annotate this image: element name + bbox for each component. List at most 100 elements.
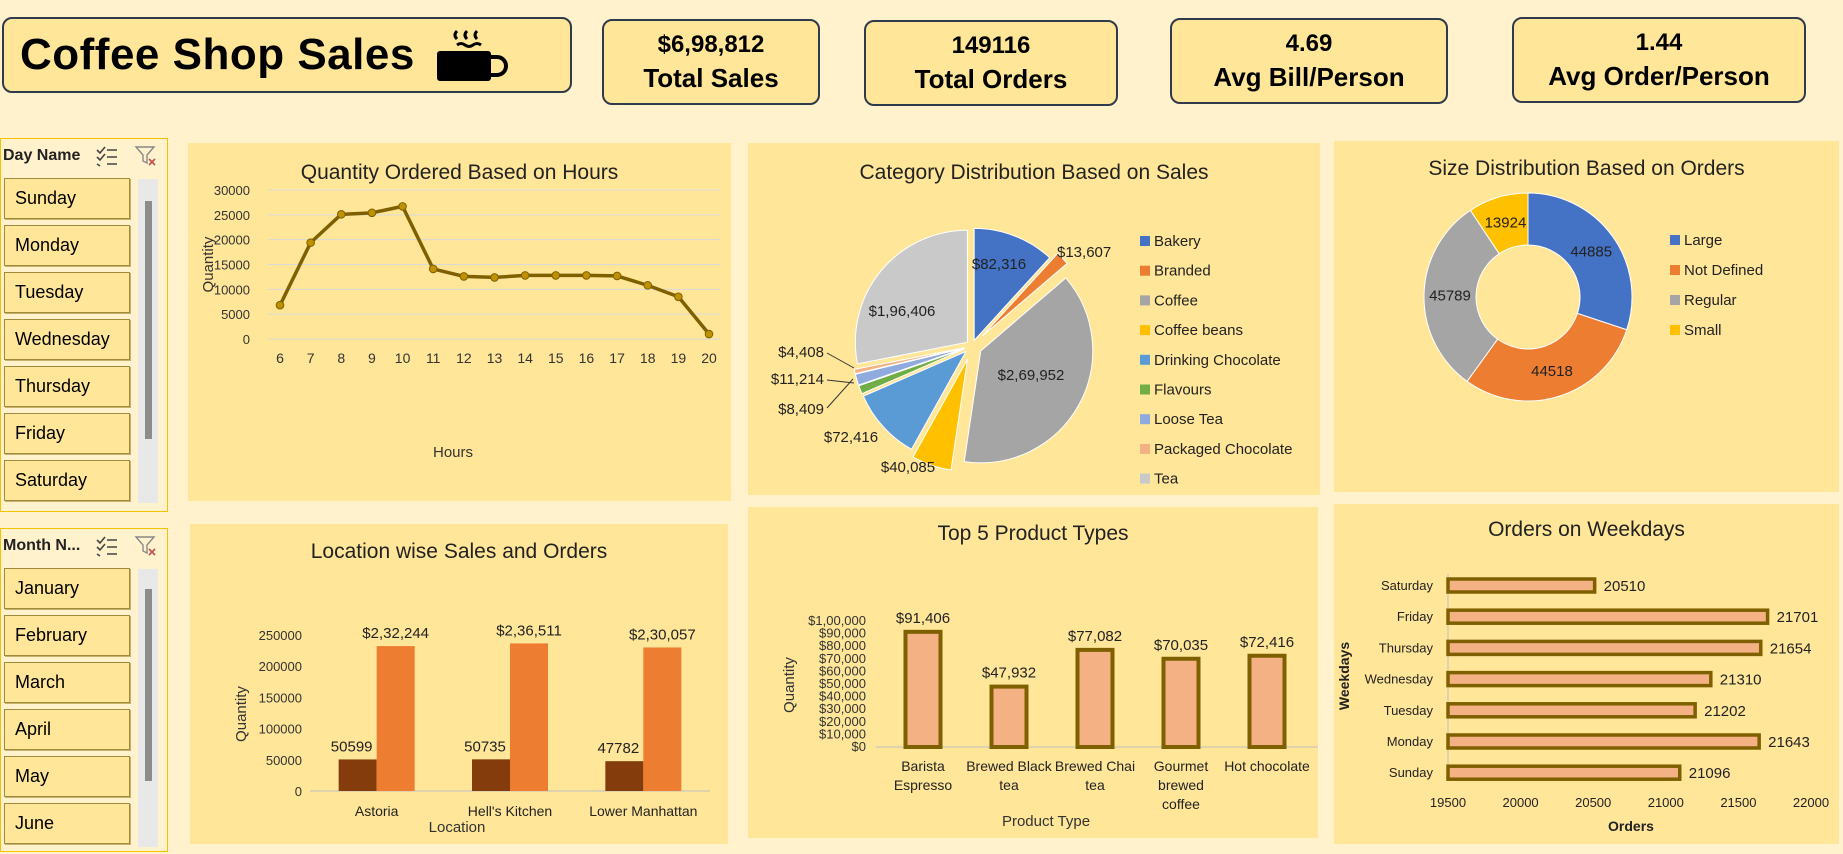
horizontal-bar-chart: 19500 20000 20500 21000 21500 22000 20510 Satur… bbox=[1336, 574, 1829, 834]
slicer-item-january[interactable]: January bbox=[4, 568, 130, 609]
slicer-item-tuesday[interactable]: Tuesday bbox=[4, 272, 130, 313]
slicer-item-may[interactable]: May bbox=[4, 756, 130, 797]
clear-filter-icon[interactable] bbox=[134, 534, 158, 558]
x-tick-label: Gourmet bbox=[1154, 758, 1209, 774]
slicer-item-sunday[interactable]: Sunday bbox=[4, 178, 130, 219]
x-tick-label: 21500 bbox=[1720, 795, 1756, 810]
y-tick-label: Sunday bbox=[1389, 765, 1434, 780]
legend-swatch bbox=[1140, 443, 1150, 454]
data-label: 21202 bbox=[1704, 703, 1746, 720]
slicer-scroll-thumb[interactable] bbox=[145, 589, 152, 781]
y-tick-label: 0 bbox=[295, 784, 302, 799]
bar bbox=[643, 647, 682, 791]
kpi-total-orders: 149116 Total Orders bbox=[864, 20, 1118, 106]
bar bbox=[338, 759, 377, 791]
x-tick-label: 12 bbox=[456, 350, 472, 366]
data-label: $70,035 bbox=[1154, 637, 1208, 654]
bar bbox=[1446, 608, 1770, 625]
data-point bbox=[520, 271, 530, 280]
leader-line bbox=[826, 379, 855, 384]
x-tick-label: 20 bbox=[701, 350, 717, 366]
y-tick-label: Saturday bbox=[1381, 578, 1434, 593]
y-tick-label: Friday bbox=[1397, 609, 1434, 624]
legend-label: Drinking Chocolate bbox=[1154, 352, 1281, 369]
legend-swatch bbox=[1140, 236, 1150, 246]
multi-select-icon[interactable] bbox=[95, 535, 119, 557]
x-tick-label: tea bbox=[1085, 777, 1105, 793]
slicer-item-june[interactable]: June bbox=[4, 803, 130, 844]
legend-swatch bbox=[1670, 325, 1680, 335]
slicer-item-friday[interactable]: Friday bbox=[4, 413, 130, 454]
x-tick-label: 20000 bbox=[1503, 795, 1539, 810]
x-tick-label: 21000 bbox=[1648, 795, 1684, 810]
legend-swatch bbox=[1140, 265, 1150, 276]
y-tick-label: 150000 bbox=[259, 690, 302, 705]
pie-slice bbox=[854, 229, 968, 365]
y-tick-label: 200000 bbox=[259, 659, 302, 674]
doughnut-slice bbox=[1466, 312, 1628, 402]
location-chart-panel: Location wise Sales and Orders 0 50000 100… bbox=[190, 524, 728, 844]
data-label: 21654 bbox=[1770, 640, 1812, 657]
kpi-avg-order: 1.44 Avg Order/Person bbox=[1512, 17, 1806, 103]
data-label: $47,932 bbox=[982, 665, 1036, 682]
data-label: 50735 bbox=[464, 738, 506, 755]
bar bbox=[989, 684, 1029, 750]
leader-line bbox=[826, 352, 855, 369]
y-tick-label: 0 bbox=[243, 332, 250, 347]
bar bbox=[903, 629, 943, 749]
multi-select-icon[interactable] bbox=[95, 145, 119, 167]
bar bbox=[1446, 733, 1761, 750]
bar bbox=[510, 643, 548, 791]
x-axis-label: Hours bbox=[433, 444, 473, 461]
data-point bbox=[428, 264, 438, 274]
data-label: 21643 bbox=[1768, 734, 1810, 751]
y-tick-label: Thursday bbox=[1379, 640, 1434, 655]
slicer-item-march[interactable]: March bbox=[4, 662, 130, 703]
bar bbox=[472, 759, 510, 791]
slicer-scroll-thumb[interactable] bbox=[145, 201, 152, 439]
slicer-item-february[interactable]: February bbox=[4, 615, 130, 656]
data-label: $2,32,244 bbox=[362, 625, 429, 642]
x-tick-label: Espresso bbox=[894, 777, 953, 793]
kpi-label: Total Sales bbox=[643, 62, 779, 93]
slicer-item-april[interactable]: April bbox=[4, 709, 130, 750]
x-tick-label: 15 bbox=[548, 350, 564, 366]
y-tick-label: 100000 bbox=[259, 722, 302, 737]
slicer-item-saturday[interactable]: Saturday bbox=[4, 460, 130, 501]
kpi-value: $6,98,812 bbox=[657, 30, 765, 58]
x-tick-label: Barista bbox=[901, 758, 945, 774]
slicer-item-wednesday[interactable]: Wednesday bbox=[4, 319, 130, 360]
chart-title: Size Distribution Based on Orders bbox=[1428, 157, 1745, 180]
leader-line bbox=[826, 378, 854, 409]
page-title: Coffee Shop Sales bbox=[20, 30, 415, 79]
data-point bbox=[367, 208, 377, 218]
data-point bbox=[551, 271, 561, 280]
x-tick-label: brewed bbox=[1158, 777, 1204, 793]
legend-label: Tea bbox=[1154, 471, 1179, 488]
kpi-value: 1.44 bbox=[1635, 28, 1683, 56]
data-point bbox=[674, 292, 683, 302]
x-tick-label: Brewed Black bbox=[966, 758, 1053, 774]
legend-label: Not Defined bbox=[1684, 262, 1763, 279]
legend-label: Coffee beans bbox=[1154, 322, 1243, 339]
y-tick-label: 5000 bbox=[221, 307, 250, 322]
x-tick-label: 14 bbox=[517, 350, 533, 366]
data-label: 44885 bbox=[1570, 243, 1612, 260]
clear-filter-icon[interactable] bbox=[134, 144, 158, 168]
data-label: 21096 bbox=[1689, 765, 1731, 782]
clustered-bar-chart: 0 50000 100000 150000 200000 250000 50599 $2,32… bbox=[233, 622, 710, 836]
y-axis-label: Quantity bbox=[200, 236, 217, 292]
data-label: $77,082 bbox=[1068, 628, 1122, 645]
top-products-chart-panel: Top 5 Product Types $0 $10,000 $20,000 $30,… bbox=[748, 507, 1320, 838]
slicer-item-thursday[interactable]: Thursday bbox=[4, 366, 130, 407]
data-label: $82,316 bbox=[972, 256, 1026, 273]
chart-title: Location wise Sales and Orders bbox=[310, 540, 608, 563]
pie-chart: $82,316 $13,607 $2,69,952 $40,085$72,416$8,… bbox=[771, 227, 1292, 488]
doughnut-chart: 44885 44518 45789 13924 Large Not Defined Regu… bbox=[1423, 192, 1763, 402]
data-point bbox=[612, 271, 622, 281]
size-chart-panel: Size Distribution Based on Orders 44885 4… bbox=[1334, 141, 1839, 492]
data-label: 13924 bbox=[1485, 214, 1527, 231]
y-tick-label: $1,00,000 bbox=[808, 613, 866, 628]
slicer-item-monday[interactable]: Monday bbox=[4, 225, 130, 266]
y-tick-label: Wednesday bbox=[1365, 672, 1434, 687]
